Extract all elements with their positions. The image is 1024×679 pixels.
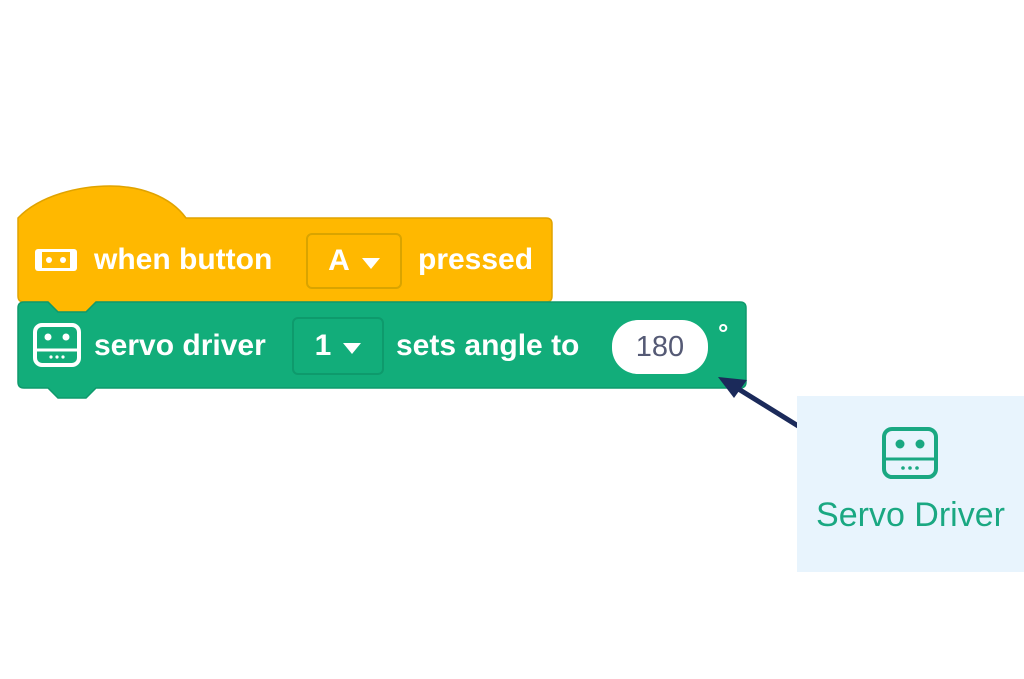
callout-arrow (718, 377, 827, 445)
servo-driver-icon (882, 427, 938, 479)
servo-driver-extension-tile[interactable]: Servo Driver (797, 396, 1024, 572)
arrowhead-icon (718, 377, 747, 398)
servo-driver-extension-label: Servo Driver (816, 496, 1005, 534)
